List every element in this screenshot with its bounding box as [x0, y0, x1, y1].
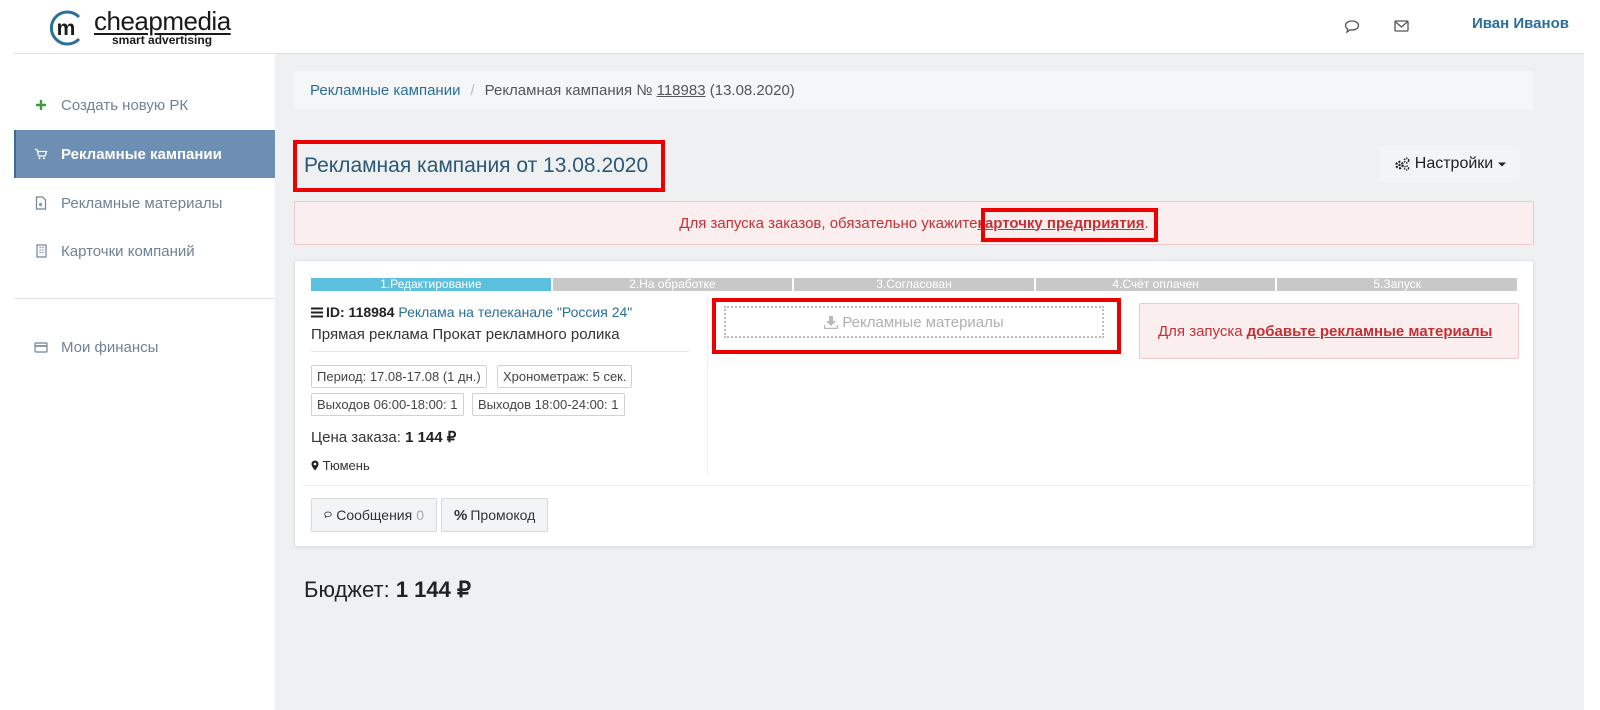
sidebar-item-label: Мои финансы: [61, 338, 159, 356]
order-type: Прямая реклама Прокат рекламного ролика: [311, 326, 620, 343]
tag-slots-day: Выходов 06:00-18:00: 1: [311, 393, 464, 416]
budget-label: Бюджет:: [304, 577, 396, 602]
budget-value: 1 144 ₽: [395, 577, 471, 602]
tag-duration: Хронометраж: 5 сек.: [497, 365, 633, 388]
step-processing: 2.На обработке: [552, 278, 793, 291]
step-launch: 5.Запуск: [1277, 278, 1517, 291]
top-bar: m cheapmedia smart advertising Иван Иван…: [14, 0, 1584, 54]
step-editing: 1.Редактирование: [311, 278, 551, 291]
notice-text: Для запуска: [1158, 322, 1243, 340]
gears-icon: [1394, 157, 1410, 171]
cart-icon: [34, 146, 48, 162]
settings-dropdown-button[interactable]: Настройки: [1380, 146, 1520, 182]
sidebar: Создать новую РК Рекламные кампании Рекл…: [14, 54, 275, 710]
sidebar-item-label: Создать новую РК: [61, 96, 189, 114]
alert-text: Для запуска заказов, обязательно укажите: [679, 214, 978, 232]
sidebar-item-campaigns[interactable]: Рекламные кампании: [14, 130, 275, 178]
company-card-link[interactable]: карточку предприятия: [977, 215, 1144, 232]
settings-label: Настройки: [1414, 155, 1494, 172]
order-progress-steps: 1.Редактирование 2.На обработке 3.Соглас…: [311, 278, 1517, 291]
messages-button[interactable]: Сообщения 0: [311, 498, 437, 532]
step-approved: 3.Согласован: [794, 278, 1034, 291]
breadcrumb-campaigns-link[interactable]: Рекламные кампании: [310, 82, 460, 99]
order-price-label: Цена заказа:: [311, 429, 406, 446]
download-icon: [824, 315, 839, 329]
order-channel-link[interactable]: Реклама на телеканале "Россия 24": [398, 304, 632, 320]
company-card-alert: Для запуска заказов, обязательно укажите…: [294, 201, 1534, 245]
promo-label: Промокод: [470, 507, 536, 523]
breadcrumb-current-date: (13.08.2020): [705, 82, 795, 99]
messages-label: Сообщения: [336, 507, 413, 523]
sidebar-item-company-cards[interactable]: Карточки компаний: [14, 227, 275, 275]
card-footer-divider: [303, 485, 1531, 486]
campaign-budget: Бюджет: 1 144 ₽: [304, 577, 471, 603]
app-frame: m cheapmedia smart advertising Иван Иван…: [14, 0, 1584, 710]
order-city: Тюмень: [311, 458, 370, 473]
materials-notice: Для запуска добавьте рекламные материалы: [1139, 303, 1519, 359]
column-divider: [707, 297, 708, 475]
list-icon: [311, 307, 323, 318]
sidebar-item-label: Рекламные кампании: [61, 145, 222, 163]
order-city-name: Тюмень: [322, 458, 370, 473]
sidebar-item-label: Карточки компаний: [61, 242, 195, 260]
order-price-value: 1 144 ₽: [405, 429, 457, 446]
envelope-icon[interactable]: [1390, 15, 1412, 37]
credit-card-icon: [34, 339, 48, 355]
sidebar-divider: [14, 298, 275, 299]
order-price: Цена заказа: 1 144 ₽: [311, 428, 456, 446]
breadcrumb-current-prefix: Рекламная кампания №: [484, 82, 657, 99]
breadcrumb: Рекламные кампании / Рекламная кампания …: [294, 71, 1534, 110]
tag-slots-evening: Выходов 18:00-24:00: 1: [472, 393, 625, 416]
add-materials-link[interactable]: добавьте рекламные материалы: [1247, 323, 1493, 340]
file-audio-icon: [34, 195, 48, 211]
breadcrumb-current: Рекламная кампания № 118983 (13.08.2020): [485, 82, 795, 99]
map-marker-icon: [311, 460, 319, 471]
user-name-link[interactable]: Иван Иванов: [1472, 15, 1569, 32]
caret-down-icon: [1498, 162, 1507, 167]
comments-icon: [324, 511, 332, 519]
upload-materials-button[interactable]: Рекламные материалы: [724, 306, 1104, 338]
order-id-line: ID: 118984 Реклама на телеканале "Россия…: [311, 304, 632, 320]
sidebar-item-finances[interactable]: Мои финансы: [14, 323, 275, 371]
logo-letter: m: [57, 17, 76, 40]
logo-mark-icon: m: [49, 10, 81, 46]
sidebar-item-label: Рекламные материалы: [61, 194, 223, 212]
order-id: ID: 118984: [326, 304, 395, 320]
step-invoice-paid: 4.Счёт оплачен: [1035, 278, 1276, 291]
plus-icon: [34, 97, 48, 113]
breadcrumb-separator: /: [470, 82, 475, 99]
chat-icon[interactable]: [1341, 15, 1363, 37]
breadcrumb-campaign-id[interactable]: 118983: [657, 82, 706, 99]
percent-icon: %: [454, 506, 468, 524]
page-title: Рекламная кампания от 13.08.2020: [304, 154, 649, 177]
logo-tagline: smart advertising: [112, 33, 213, 47]
order-card: 1.Редактирование 2.На обработке 3.Соглас…: [294, 260, 1534, 547]
messages-count: 0: [416, 507, 424, 523]
tag-period: Период: 17.08-17.08 (1 дн.): [311, 365, 487, 388]
order-divider: [311, 351, 689, 352]
alert-suffix: .: [1144, 214, 1149, 232]
sidebar-item-create-campaign[interactable]: Создать новую РК: [14, 81, 275, 129]
promo-code-button[interactable]: % Промокод: [441, 498, 548, 532]
upload-materials-label: Рекламные материалы: [842, 313, 1004, 331]
sidebar-item-materials[interactable]: Рекламные материалы: [14, 179, 275, 227]
building-icon: [34, 243, 48, 259]
